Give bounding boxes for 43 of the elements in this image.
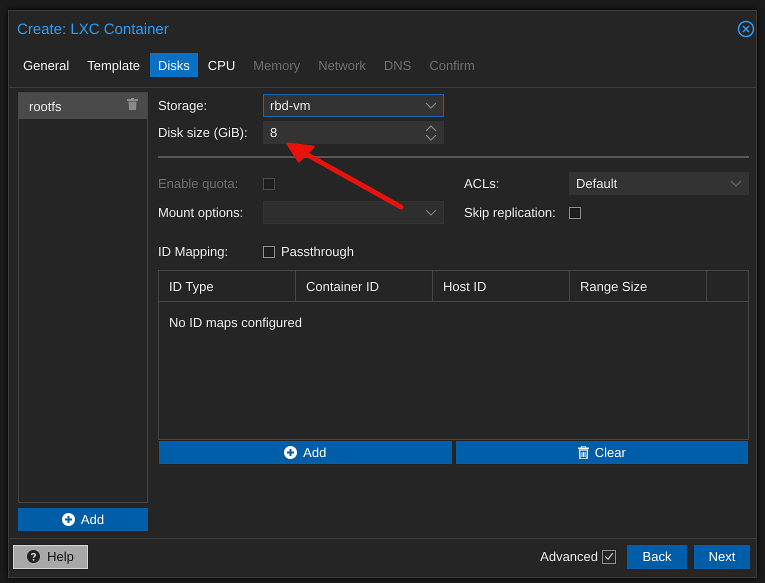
checkbox[interactable] xyxy=(263,246,275,258)
tab[interactable]: Disks xyxy=(150,53,198,77)
clear-button[interactable]: Clear xyxy=(456,441,748,464)
plus-icon xyxy=(62,513,75,526)
empty-message: No ID maps configured xyxy=(169,315,302,330)
close-icon[interactable] xyxy=(737,20,755,38)
checkbox-label: Passthrough xyxy=(281,244,354,259)
help-button[interactable]: Help xyxy=(13,544,88,568)
field-label: Skip replication: xyxy=(464,205,557,220)
field-label: ACLs: xyxy=(464,176,500,191)
disk-label: rootfs xyxy=(29,98,62,114)
trash-icon xyxy=(578,446,589,459)
tab[interactable]: CPU xyxy=(200,53,244,77)
tab[interactable]: Template xyxy=(79,53,148,77)
field-label: Enable quota: xyxy=(158,176,240,191)
acls-dropdown[interactable]: Default xyxy=(569,172,749,195)
checkbox[interactable] xyxy=(569,206,581,218)
advanced-checkbox[interactable] xyxy=(602,550,616,564)
column-header[interactable]: ID Type xyxy=(159,271,296,301)
column-header[interactable]: Container ID xyxy=(296,271,433,301)
spinner-icon xyxy=(425,124,437,140)
storage-dropdown[interactable]: rbd-vm xyxy=(263,94,444,117)
column-header[interactable]: Range Size xyxy=(570,271,707,301)
window-title: Create: LXC Container xyxy=(17,20,169,38)
tab[interactable]: General xyxy=(15,53,78,77)
chevron-down-icon xyxy=(425,208,437,216)
add-button[interactable]: Add xyxy=(159,441,452,464)
advanced-label: Advanced xyxy=(540,549,598,564)
field-label: Disk size (GiB): xyxy=(158,125,249,140)
question-icon xyxy=(27,550,40,563)
disk-list-item[interactable]: rootfs xyxy=(19,93,147,119)
add-button[interactable]: Add xyxy=(18,508,148,531)
field-label: Mount options: xyxy=(158,205,244,220)
disk-size-spinner[interactable]: 8 xyxy=(263,121,444,144)
column-header[interactable]: Host ID xyxy=(433,271,570,301)
chevron-down-icon xyxy=(425,102,437,110)
chevron-down-icon xyxy=(730,180,742,188)
back-button[interactable]: Back xyxy=(627,544,687,568)
next-button[interactable]: Next xyxy=(694,544,750,568)
field-label: Storage: xyxy=(158,98,208,113)
trash-icon[interactable] xyxy=(127,98,138,110)
plus-icon xyxy=(284,446,298,459)
field-label: ID Mapping: xyxy=(158,244,230,259)
